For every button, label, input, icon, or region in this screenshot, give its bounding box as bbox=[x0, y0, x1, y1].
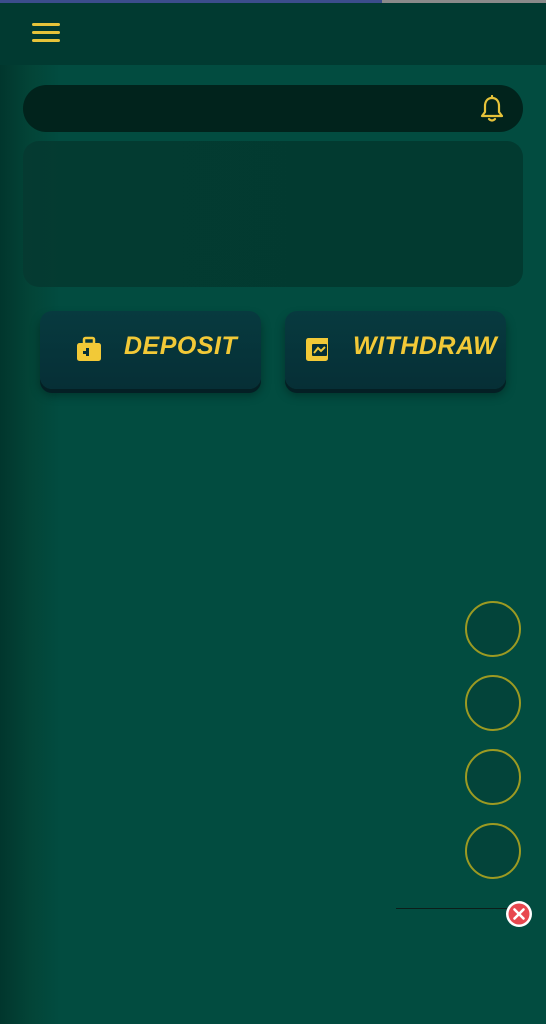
menu-line bbox=[32, 31, 60, 34]
floating-shortcut-button[interactable] bbox=[465, 601, 521, 657]
floating-shortcut-button[interactable] bbox=[465, 675, 521, 731]
app-screen: DEPOSIT WITHDRAW bbox=[0, 0, 546, 1024]
deposit-button[interactable]: DEPOSIT bbox=[40, 311, 261, 389]
bell-icon[interactable] bbox=[479, 94, 505, 123]
floating-panel-divider bbox=[396, 908, 508, 909]
top-header bbox=[0, 3, 546, 65]
withdraw-label: WITHDRAW bbox=[353, 332, 498, 360]
promo-banner[interactable] bbox=[23, 141, 523, 287]
close-icon[interactable] bbox=[505, 900, 533, 928]
wallet-icon bbox=[303, 334, 333, 364]
floating-shortcut-button[interactable] bbox=[465, 749, 521, 805]
floating-shortcut-button[interactable] bbox=[465, 823, 521, 879]
hamburger-menu-icon[interactable] bbox=[32, 22, 60, 44]
menu-line bbox=[32, 39, 60, 42]
menu-line bbox=[32, 23, 60, 26]
withdraw-button[interactable]: WITHDRAW bbox=[285, 311, 506, 389]
briefcase-icon bbox=[74, 334, 104, 364]
deposit-label: DEPOSIT bbox=[124, 332, 238, 360]
notice-marquee-bar[interactable] bbox=[23, 85, 523, 132]
